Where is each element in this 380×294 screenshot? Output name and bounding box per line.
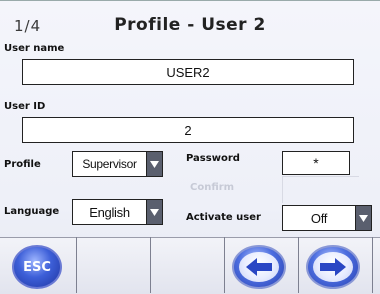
user-name-field[interactable]: USER2 — [22, 59, 354, 85]
chevron-down-icon[interactable] — [146, 152, 162, 176]
activate-user-dropdown[interactable]: Off — [282, 205, 372, 231]
profile-dropdown[interactable]: Supervisor — [72, 151, 163, 177]
toolbar-divider — [150, 237, 151, 293]
language-value: English — [89, 204, 130, 220]
esc-label: ESC — [23, 259, 51, 275]
next-button[interactable] — [306, 245, 360, 289]
language-label: Language — [4, 206, 60, 217]
profile-screen: 1/4 Profile - User 2 User name USER2 Use… — [0, 0, 380, 294]
user-name-value: USER2 — [166, 64, 210, 80]
activate-user-value: Off — [310, 210, 328, 226]
password-value: * — [313, 155, 319, 171]
toolbar-divider — [298, 237, 299, 293]
chevron-down-icon[interactable] — [355, 206, 371, 230]
previous-button[interactable] — [232, 245, 286, 289]
language-dropdown[interactable]: English — [72, 199, 163, 225]
password-label: Password — [186, 153, 240, 164]
toolbar-divider — [224, 237, 225, 293]
toolbar-divider — [76, 237, 77, 293]
confirm-field — [282, 176, 359, 203]
page-title: Profile - User 2 — [114, 15, 266, 35]
user-id-label: User ID — [4, 101, 46, 112]
chevron-down-icon[interactable] — [146, 200, 162, 224]
profile-value: Supervisor — [82, 157, 137, 171]
arrow-left-icon — [239, 252, 279, 282]
arrow-right-icon — [313, 252, 353, 282]
user-id-value: 2 — [184, 122, 192, 138]
user-id-field[interactable]: 2 — [22, 117, 354, 143]
password-field[interactable]: * — [282, 151, 350, 175]
confirm-label: Confirm — [190, 182, 235, 193]
esc-button[interactable]: ESC — [12, 245, 62, 289]
activate-user-label: Activate user — [186, 212, 261, 223]
toolbar-divider — [372, 237, 373, 293]
user-name-label: User name — [4, 43, 65, 54]
profile-label: Profile — [4, 159, 41, 170]
